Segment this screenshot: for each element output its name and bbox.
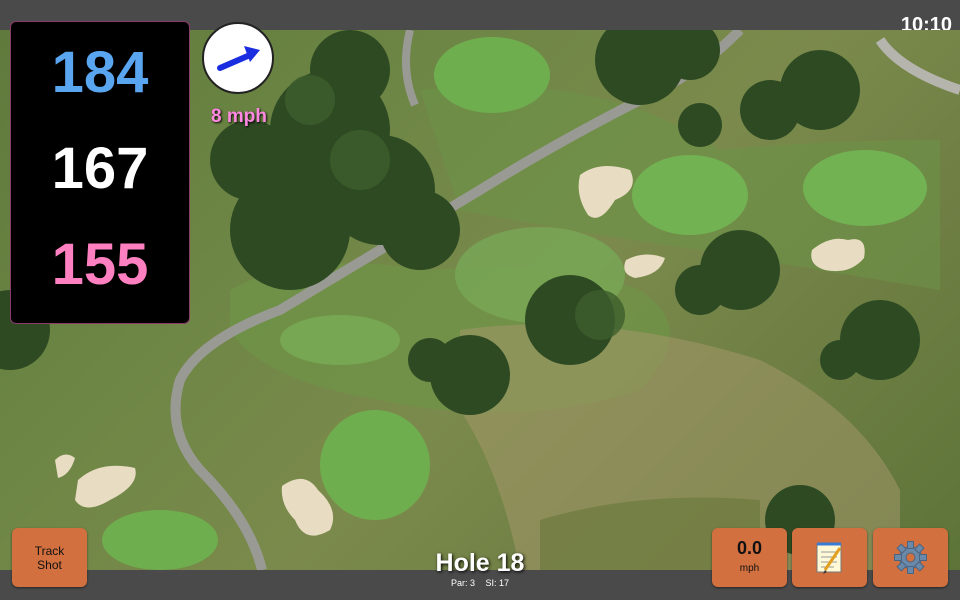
notepad-icon: [816, 542, 842, 574]
speed-button[interactable]: 0.0 mph: [712, 528, 787, 587]
front-distance: 155: [51, 232, 149, 297]
hole-par: Par: 3: [450, 578, 475, 588]
middle-distance: 167: [51, 136, 149, 201]
hole-title: Hole 18: [435, 549, 525, 577]
hole-info: Par: 3 SI: 17: [380, 578, 580, 588]
track-shot-label: Track Shot: [34, 543, 65, 572]
gear-icon: [894, 541, 927, 574]
wind-speed: 8 mph: [211, 106, 267, 127]
notes-button[interactable]: [792, 528, 867, 587]
speed-unit: mph: [739, 563, 760, 574]
distance-panel: 184 167 155: [11, 22, 189, 323]
track-shot-button[interactable]: Track Shot: [12, 528, 87, 587]
arrow-icon: [217, 46, 260, 71]
wind-indicator: [202, 22, 274, 94]
speed-value: 0.0: [736, 538, 763, 558]
settings-button[interactable]: [873, 528, 948, 587]
back-distance: 184: [51, 40, 149, 105]
hole-stroke-index: SI: 17: [485, 578, 510, 588]
